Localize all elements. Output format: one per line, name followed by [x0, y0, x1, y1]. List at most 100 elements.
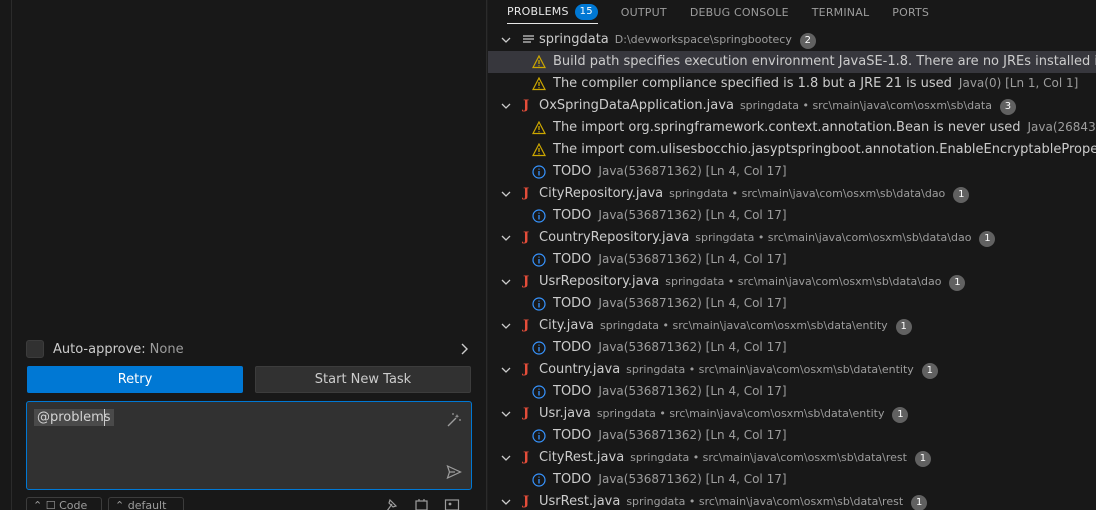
auto-approve-value: None — [149, 341, 184, 357]
group-path: springdata • src\main\java\com\osxm\sb\d… — [630, 451, 907, 464]
mode-selector[interactable]: ⌃ ☐ Code — [26, 497, 102, 510]
chevron-down-icon[interactable] — [500, 408, 512, 420]
problem-row[interactable]: TODO Java(536871362) [Ln 4, Col 17] — [488, 161, 1096, 183]
chevron-right-icon[interactable] — [458, 341, 472, 357]
group-count-badge: 1 — [921, 363, 938, 379]
activity-strip — [0, 0, 12, 510]
profile-selector[interactable]: ⌃ default — [108, 497, 184, 510]
mcp-server-icon[interactable] — [414, 498, 430, 510]
chevron-down-icon[interactable] — [500, 34, 512, 46]
group-name: City.java — [539, 318, 594, 333]
info-icon — [532, 429, 546, 443]
group-count-badge: 2 — [799, 33, 816, 49]
tab-terminal[interactable]: TERMINAL — [812, 0, 870, 24]
chat-input[interactable]: @problems — [26, 401, 472, 490]
auto-approve-checkbox[interactable] — [26, 340, 44, 358]
problem-group-row[interactable]: J OxSpringDataApplication.java springdata… — [488, 95, 1096, 117]
group-path: springdata • src\main\java\com\osxm\sb\d… — [665, 275, 942, 288]
group-path: springdata • src\main\java\com\osxm\sb\d… — [626, 495, 904, 508]
chevron-down-icon[interactable] — [500, 188, 512, 200]
problem-row[interactable]: TODO Java(536871362) [Ln 4, Col 17] — [488, 249, 1096, 271]
problem-group-row[interactable]: J Usr.java springdata • src\main\java\com… — [488, 403, 1096, 425]
problem-row[interactable]: The import org.springframework.context.a… — [488, 117, 1096, 139]
send-icon[interactable] — [446, 464, 462, 480]
problem-row[interactable]: The import com.ulisesbocchio.jasyptsprin… — [488, 139, 1096, 161]
problem-source: Java(536871362) [Ln 4, Col 17] — [598, 384, 787, 398]
problem-row[interactable]: TODO Java(536871362) [Ln 4, Col 17] — [488, 205, 1096, 227]
chevron-down-icon[interactable] — [500, 320, 512, 332]
chevron-down-icon[interactable] — [500, 452, 512, 464]
enhance-prompt-icon[interactable] — [446, 412, 462, 428]
problem-source: Java(536871362) [Ln 4, Col 17] — [598, 252, 787, 266]
group-path: springdata • src\main\java\com\osxm\sb\d… — [739, 99, 992, 112]
problem-group-row[interactable]: J City.java springdata • src\main\java\co… — [488, 315, 1096, 337]
java-file-icon: J — [523, 230, 530, 245]
problem-row[interactable]: The compiler compliance specified is 1.8… — [488, 73, 1096, 95]
problem-source: Java(536871362) [Ln 4, Col 17] — [598, 208, 787, 222]
project-icon — [523, 35, 534, 43]
java-file-icon: J — [523, 450, 530, 465]
problem-message: TODO — [553, 472, 592, 487]
tab-ports[interactable]: PORTS — [892, 0, 929, 24]
info-icon — [532, 253, 546, 267]
problem-message: TODO — [553, 340, 592, 355]
group-count-badge: 1 — [949, 275, 966, 291]
info-icon — [532, 209, 546, 223]
tab-debug-console[interactable]: DEBUG CONSOLE — [690, 0, 789, 24]
tab-problems[interactable]: PROBLEMS 15 — [507, 0, 598, 24]
retry-button[interactable]: Retry — [27, 366, 243, 393]
java-file-icon: J — [523, 98, 530, 113]
problem-message: TODO — [553, 384, 592, 399]
problem-row[interactable]: TODO Java(536871362) [Ln 4, Col 17] — [488, 469, 1096, 491]
profile-label: default — [127, 499, 167, 510]
image-icon[interactable] — [444, 498, 460, 510]
info-icon — [532, 385, 546, 399]
tab-output[interactable]: OUTPUT — [621, 0, 667, 24]
chevron-down-icon[interactable] — [500, 232, 512, 244]
problem-group-row[interactable]: J Country.java springdata • src\main\java… — [488, 359, 1096, 381]
group-count-badge: 1 — [895, 319, 912, 335]
problem-row[interactable]: TODO Java(536871362) [Ln 4, Col 17] — [488, 381, 1096, 403]
chevron-down-icon[interactable] — [500, 276, 512, 288]
problem-row[interactable]: TODO Java(536871362) [Ln 4, Col 17] — [488, 425, 1096, 447]
problems-tree: springdata D:\devworkspace\springbootecy 2… — [488, 29, 1096, 510]
chevron-down-icon[interactable] — [500, 364, 512, 376]
problem-row[interactable]: Build path specifies execution environme… — [488, 51, 1096, 73]
problem-group-row[interactable]: J CityRest.java springdata • src\main\jav… — [488, 447, 1096, 469]
problem-row[interactable]: TODO Java(536871362) [Ln 4, Col 17] — [488, 293, 1096, 315]
chat-footer: ⌃ ☐ Code ⌃ default — [26, 497, 476, 510]
group-count-badge: 1 — [914, 451, 931, 467]
group-name: UsrRepository.java — [539, 274, 660, 289]
problem-row[interactable]: TODO Java(536871362) [Ln 4, Col 17] — [488, 337, 1096, 359]
info-icon — [532, 297, 546, 311]
problem-message: The import com.ulisesbocchio.jasyptsprin… — [553, 142, 1096, 157]
problem-group-row[interactable]: springdata D:\devworkspace\springbootecy 2 — [488, 29, 1096, 51]
problem-group-row[interactable]: J UsrRepository.java springdata • src\mai… — [488, 271, 1096, 293]
problem-group-row[interactable]: J CityRepository.java springdata • src\ma… — [488, 183, 1096, 205]
start-new-task-button[interactable]: Start New Task — [255, 366, 471, 393]
chat-sidebar: Auto-approve: None Retry Start New Task … — [12, 0, 487, 510]
warning-icon — [532, 55, 546, 69]
pin-icon[interactable] — [384, 498, 400, 510]
group-count-badge: 1 — [892, 407, 909, 423]
group-name: Country.java — [539, 362, 621, 377]
group-name: OxSpringDataApplication.java — [539, 98, 734, 113]
problem-message: The compiler compliance specified is 1.8… — [553, 76, 952, 91]
problem-source: Java(536871362) [Ln 4, Col 17] — [598, 428, 787, 442]
problem-message: Build path specifies execution environme… — [553, 54, 1096, 69]
auto-approve-row[interactable]: Auto-approve: None — [26, 338, 472, 360]
problems-mention: @problems — [34, 409, 114, 426]
problem-group-row[interactable]: J UsrRest.java springdata • src\main\java… — [488, 491, 1096, 510]
chevron-down-icon[interactable] — [500, 100, 512, 112]
problem-message: TODO — [553, 296, 592, 311]
java-file-icon: J — [523, 362, 530, 377]
java-file-icon: J — [523, 494, 530, 509]
tab-problems-label: PROBLEMS — [507, 5, 569, 18]
java-file-icon: J — [523, 318, 530, 333]
chevron-down-icon[interactable] — [500, 496, 512, 508]
group-count-badge: 1 — [911, 495, 928, 510]
group-name: UsrRest.java — [539, 494, 621, 509]
group-count-badge: 3 — [999, 99, 1016, 115]
group-path: D:\devworkspace\springbootecy — [614, 33, 792, 46]
problem-group-row[interactable]: J CountryRepository.java springdata • src… — [488, 227, 1096, 249]
